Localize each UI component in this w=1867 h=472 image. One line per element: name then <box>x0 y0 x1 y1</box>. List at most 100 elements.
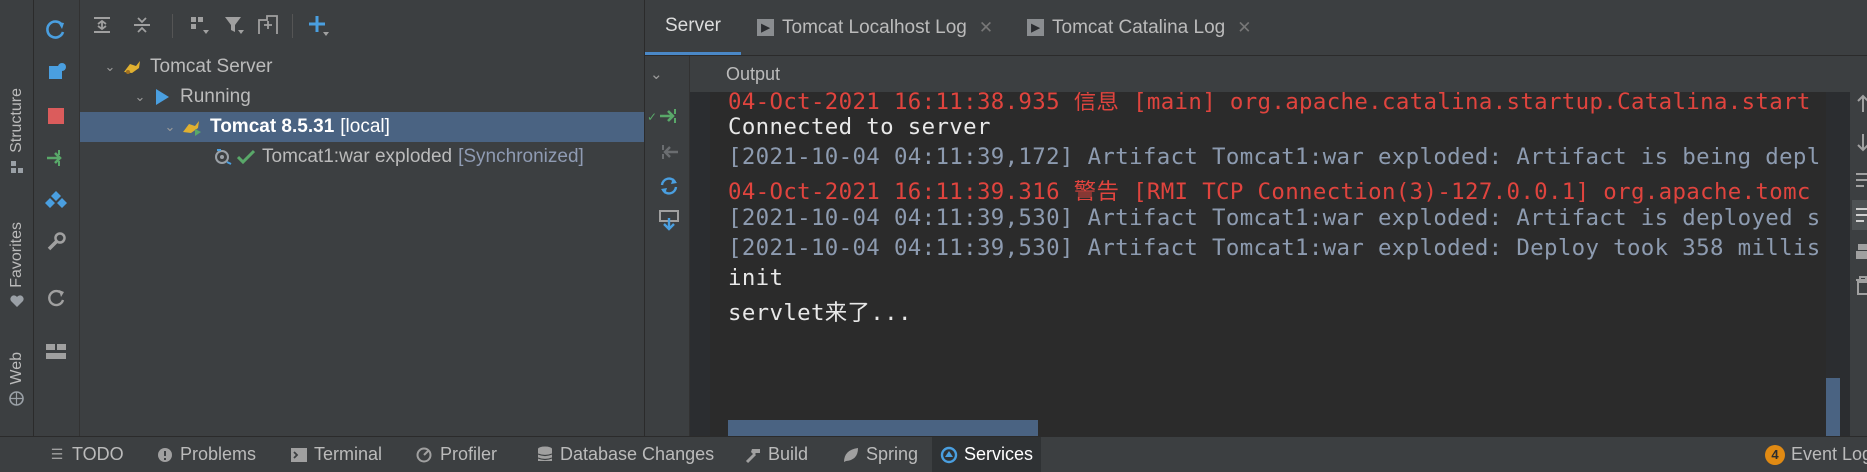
sync-icon[interactable] <box>657 174 681 198</box>
database-changes-label: Database Changes <box>560 444 715 464</box>
update-icon[interactable] <box>657 104 681 128</box>
favorites-tab[interactable]: Favorites <box>0 222 33 310</box>
tab-label: Server <box>665 15 721 36</box>
new-tab-icon[interactable] <box>256 13 280 37</box>
tree-node-running[interactable]: ⌄ Running <box>80 82 644 112</box>
log-icon: ▶ <box>757 19 774 36</box>
close-icon[interactable]: ✕ <box>1237 18 1251 38</box>
tab-server[interactable]: Server <box>645 0 741 55</box>
event-log-badge: 4 <box>1765 444 1785 465</box>
scroll-to-end-toggle[interactable] <box>1852 200 1867 230</box>
console-line: 04-Oct-2021 16:11:38.935 信息 [main] org.a… <box>728 92 1811 115</box>
build-button[interactable]: Build <box>744 437 808 472</box>
toolbar-separator <box>172 14 173 38</box>
up-arrow-icon[interactable] <box>1856 94 1867 119</box>
log-icon: ▶ <box>1027 19 1044 36</box>
terminal-label: Terminal <box>314 444 383 464</box>
tomcat-running-icon <box>180 117 204 137</box>
tree-toolbar <box>80 0 644 50</box>
tab-tomcat-localhost-log[interactable]: ▶ Tomcat Localhost Log ✕ <box>757 0 993 55</box>
console-line: Connected to server <box>728 114 991 140</box>
stop-icon[interactable] <box>44 104 68 128</box>
services-button[interactable]: Services <box>932 437 1042 472</box>
services-label: Services <box>964 444 1034 464</box>
globe-icon <box>9 391 25 407</box>
web-tab-label: Web <box>7 352 25 385</box>
check-icon <box>236 147 256 167</box>
soft-wrap-icon[interactable] <box>1856 170 1867 195</box>
restart-icon[interactable] <box>44 286 68 310</box>
console-line: [2021-10-04 04:11:39,530] Artifact Tomca… <box>728 205 1821 231</box>
todo-label: TODO <box>72 444 124 464</box>
undeploy-icon[interactable] <box>657 140 681 164</box>
console-action-bar: ✓ <box>645 56 690 436</box>
spring-button[interactable]: Spring <box>842 437 918 472</box>
database-changes-button[interactable]: Database Changes <box>536 437 714 472</box>
artifact-status: [Synchronized] <box>458 146 584 167</box>
tomcat-icon <box>120 57 144 77</box>
collapse-all-icon[interactable] <box>130 13 154 37</box>
services-icon <box>940 446 958 464</box>
services-action-bar <box>34 0 80 436</box>
filter-icon[interactable] <box>222 13 246 37</box>
expand-all-icon[interactable] <box>90 13 114 37</box>
layout-icon[interactable] <box>44 340 68 364</box>
console-line: servlet来了... <box>728 300 912 326</box>
artifact-name: Tomcat1:war exploded <box>262 146 453 167</box>
instance-name: Tomcat 8.5.31 <box>210 116 335 137</box>
green-marker-icon: ✓ <box>647 110 658 124</box>
todo-button[interactable]: ☰ TODO <box>48 437 124 472</box>
deploy-icon[interactable] <box>44 60 68 84</box>
build-label: Build <box>768 444 809 464</box>
spring-label: Spring <box>866 444 919 464</box>
event-log-button[interactable]: 4 Event Log <box>1765 437 1867 472</box>
terminal-button[interactable]: Terminal <box>290 437 382 472</box>
database-icon <box>536 446 554 464</box>
favorites-tab-label: Favorites <box>7 222 25 288</box>
heart-icon <box>9 294 25 310</box>
profiler-icon <box>416 446 434 464</box>
refresh-icon[interactable] <box>44 18 68 42</box>
structure-tab[interactable]: Structure <box>0 88 33 175</box>
problems-label: Problems <box>180 444 257 464</box>
output-header: ⌄ Output <box>650 56 1850 92</box>
profiler-label: Profiler <box>440 444 498 464</box>
chevron-down-icon[interactable]: ⌄ <box>130 89 150 105</box>
update-application-icon[interactable] <box>44 146 68 170</box>
down-arrow-icon[interactable] <box>1856 132 1867 157</box>
vertical-scrollbar[interactable] <box>1826 378 1840 436</box>
close-icon[interactable]: ✕ <box>979 18 993 38</box>
tree-node-tomcat-server[interactable]: ⌄ Tomcat Server <box>80 52 644 82</box>
structure-tab-label: Structure <box>7 88 25 153</box>
chevron-down-icon[interactable]: ⌄ <box>160 119 180 135</box>
chevron-down-icon[interactable]: ⌄ <box>100 59 120 75</box>
trash-icon[interactable] <box>1856 276 1867 301</box>
scroll-to-end-icon[interactable] <box>657 208 681 232</box>
web-tab[interactable]: Web <box>0 352 33 407</box>
tree-node-artifact[interactable]: Tomcat1:war exploded [Synchronized] <box>80 142 644 172</box>
console-line: 04-Oct-2021 16:11:39.316 警告 [RMI TCP Con… <box>728 179 1811 205</box>
console-line: [2021-10-04 04:11:39,172] Artifact Tomca… <box>728 144 1821 170</box>
group-by-icon[interactable] <box>188 13 212 37</box>
tool-window-bar: ☰ TODO Problems Terminal Profiler Databa… <box>0 436 1867 472</box>
services-tree-panel: ⌄ Tomcat Server ⌄ Running ⌄ Tomcat 8.5.3… <box>80 0 644 436</box>
add-service-icon[interactable] <box>306 13 330 37</box>
print-icon[interactable] <box>1856 242 1867 267</box>
chevron-down-icon[interactable]: ⌄ <box>650 65 663 83</box>
run-icon <box>150 87 174 107</box>
hammer-icon <box>744 446 762 464</box>
problems-button[interactable]: Problems <box>156 437 256 472</box>
toolbar-separator <box>292 14 293 38</box>
instance-tag: [local] <box>340 116 390 137</box>
tab-tomcat-catalina-log[interactable]: ▶ Tomcat Catalina Log ✕ <box>1027 0 1251 55</box>
wrench-icon[interactable] <box>44 230 68 254</box>
console-line: [2021-10-04 04:11:39,530] Artifact Tomca… <box>728 235 1821 261</box>
profiler-button[interactable]: Profiler <box>416 437 497 472</box>
event-log-label: Event Log <box>1791 444 1867 464</box>
tree-node-tomcat-instance[interactable]: ⌄ Tomcat 8.5.31 [local] <box>80 112 644 142</box>
details-tabs-bar: Server ▶ Tomcat Localhost Log ✕ ▶ Tomcat… <box>645 0 1867 56</box>
console-output[interactable]: 04-Oct-2021 16:11:38.935 信息 [main] org.a… <box>710 92 1826 436</box>
structure-icon <box>9 159 25 175</box>
group-services-icon[interactable] <box>44 188 68 212</box>
horizontal-scrollbar[interactable] <box>728 420 1038 436</box>
